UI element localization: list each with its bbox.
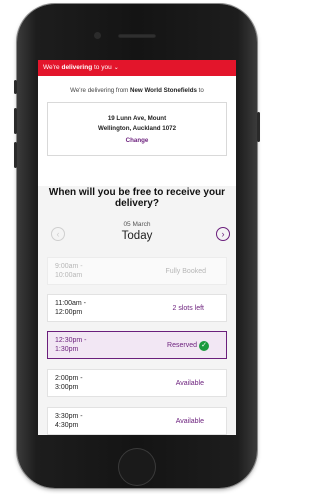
slot-status: Reserved — [167, 342, 197, 349]
slot-time-end: 1:30pm — [55, 345, 79, 353]
question-line-2: delivery? — [115, 198, 159, 209]
banner-emphasis: delivering — [61, 64, 93, 71]
address-line-1: 19 Lunn Ave, Mount — [107, 115, 167, 122]
slot-status: Available — [175, 418, 204, 425]
delivery-address-card: We're delivering from New World Stonefie… — [38, 76, 236, 186]
store-line-prefix: We're delivering from — [70, 87, 131, 94]
address-line-2: Wellington, Auckland 1072 — [97, 125, 177, 132]
slot-time: 9:00am - 10:00am — [55, 263, 115, 280]
slot-time-end: 4:30pm — [55, 421, 79, 429]
slot-time-end: 10:00am — [55, 271, 83, 279]
banner-prefix: We're — [43, 64, 62, 71]
phone-frame: We're delivering to you ⌄ We're deliverin… — [14, 4, 260, 488]
slot-time: 2:00pm - 3:00pm — [55, 375, 115, 392]
store-name: New World Stonefields — [130, 87, 197, 94]
change-address-link[interactable]: Change — [48, 137, 226, 144]
delivery-question: When will you be free to receive your de… — [38, 187, 236, 209]
slot-time-end: 3:00pm — [55, 383, 79, 391]
slot-time-start: 3:30pm - — [55, 413, 83, 420]
time-slot-fully-booked: 9:00am - 10:00am Fully Booked — [47, 257, 227, 285]
chevron-down-icon: ⌄ — [113, 65, 119, 71]
volume-down-button — [14, 142, 17, 168]
slot-time-start: 2:00pm - — [55, 375, 83, 382]
earpiece-speaker — [118, 34, 156, 38]
store-line: We're delivering from New World Stonefie… — [38, 87, 236, 94]
time-slot-limited[interactable]: 11:00am - 12:00pm 2 slots left — [47, 294, 227, 322]
app-screen: We're delivering to you ⌄ We're deliverin… — [38, 60, 236, 435]
check-circle-icon: ✓ — [199, 341, 209, 351]
banner-suffix: to you — [92, 64, 112, 71]
front-camera — [94, 32, 101, 39]
time-slot-available[interactable]: 2:00pm - 3:00pm Available — [47, 369, 227, 397]
question-line-1: When will you be free to receive your — [48, 187, 226, 198]
day-label: Today — [121, 230, 153, 242]
slot-time: 3:30pm - 4:30pm — [55, 413, 115, 430]
slot-time: 11:00am - 12:00pm — [55, 300, 115, 317]
delivery-banner[interactable]: We're delivering to you ⌄ — [38, 60, 236, 76]
slot-time: 12:30pm - 1:30pm — [55, 337, 115, 354]
power-button — [257, 112, 260, 142]
slot-time-start: 9:00am - — [55, 263, 83, 270]
mute-switch — [14, 80, 17, 94]
slot-status: 2 slots left — [172, 305, 204, 312]
time-slot-available[interactable]: 3:30pm - 4:30pm Available — [47, 407, 227, 435]
time-slot-reserved[interactable]: 12:30pm - 1:30pm Reserved ✓ — [47, 331, 227, 359]
date-label: 05 March — [123, 221, 151, 228]
volume-up-button — [14, 108, 17, 134]
next-day-button[interactable]: › — [216, 227, 230, 241]
slot-time-start: 11:00am - — [55, 300, 86, 307]
slot-status: Fully Booked — [165, 268, 206, 275]
home-button[interactable] — [118, 448, 156, 486]
slot-time-start: 12:30pm - — [55, 337, 87, 344]
slot-status: Available — [175, 380, 204, 387]
slot-time-end: 12:00pm — [55, 308, 83, 316]
address-box: 19 Lunn Ave, Mount Wellington, Auckland … — [47, 102, 227, 156]
store-line-suffix: to — [196, 87, 204, 94]
